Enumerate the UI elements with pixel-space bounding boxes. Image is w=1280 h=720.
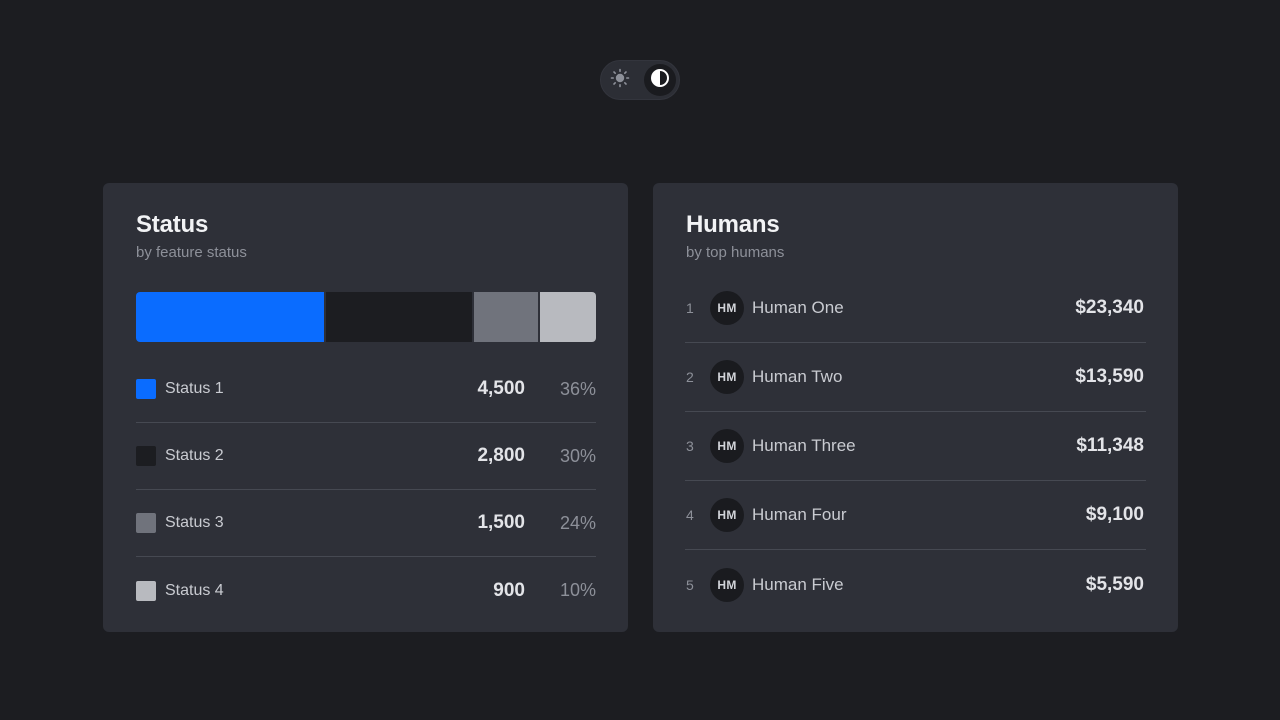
theme-toggle[interactable] [600, 60, 680, 100]
human-name: Human Two [752, 367, 843, 386]
status-card-title: Status [136, 211, 209, 238]
humans-card: Humans by top humans 1 HM Human One $23,340… [653, 183, 1178, 632]
status-value: 2,800 [477, 445, 525, 466]
status-row: Status 1 4,500 36% [136, 356, 596, 423]
status-value: 1,500 [477, 512, 525, 533]
human-rank: 1 [686, 300, 694, 316]
status-percent: 36% [559, 378, 596, 399]
human-amount: $23,340 [1075, 297, 1144, 318]
human-row[interactable]: 2 HM Human Two $13,590 [685, 343, 1146, 412]
contrast-icon [650, 68, 670, 93]
humans-card-subtitle: by top humans [686, 244, 785, 261]
sun-icon [610, 68, 630, 93]
status-label: Status 2 [165, 447, 224, 464]
human-name: Human One [752, 298, 844, 317]
dark-mode-button[interactable] [644, 64, 676, 96]
human-amount: $13,590 [1075, 366, 1144, 387]
avatar: HM [710, 291, 744, 325]
human-row[interactable]: 4 HM Human Four $9,100 [685, 481, 1146, 550]
human-rank: 4 [686, 507, 694, 523]
human-name: Human Three [752, 436, 856, 455]
human-name: Human Five [752, 574, 844, 594]
human-name: Human Four [752, 505, 847, 524]
stacked-bar-segment-3[interactable] [472, 292, 538, 342]
human-amount: $5,590 [1085, 573, 1144, 595]
humans-list: 1 HM Human One $23,340 2 HM Human Two $13,590 3 H… [685, 274, 1146, 619]
status-label: Status 4 [165, 581, 224, 599]
status-swatch [136, 379, 156, 399]
avatar: HM [710, 360, 744, 394]
human-rank: 5 [686, 576, 694, 593]
avatar: HM [710, 498, 744, 532]
light-mode-button[interactable] [604, 64, 636, 96]
human-row[interactable]: 5 HM Human Five $5,590 [685, 550, 1146, 619]
humans-card-title: Humans [686, 211, 780, 238]
human-row[interactable]: 1 HM Human One $23,340 [685, 274, 1146, 343]
status-row: Status 3 1,500 24% [136, 490, 596, 557]
human-rank: 2 [686, 369, 694, 385]
status-label: Status 3 [165, 514, 224, 531]
status-swatch [136, 580, 156, 601]
status-card-subtitle: by feature status [136, 244, 247, 261]
status-value: 900 [493, 579, 525, 601]
status-row: Status 2 2,800 30% [136, 423, 596, 490]
status-value: 4,500 [477, 378, 525, 399]
status-stacked-bar [136, 292, 596, 342]
human-amount: $9,100 [1085, 504, 1144, 525]
human-row[interactable]: 3 HM Human Three $11,348 [685, 412, 1146, 481]
status-swatch [136, 513, 156, 533]
stacked-bar-segment-1[interactable] [136, 292, 324, 342]
human-amount: $11,348 [1076, 435, 1144, 456]
avatar: HM [710, 429, 744, 463]
status-legend: Status 1 4,500 36% Status 2 2,800 30% Status 3… [136, 356, 596, 624]
status-percent: 30% [559, 445, 596, 466]
status-swatch [136, 446, 156, 466]
status-percent: 10% [559, 580, 596, 600]
stacked-bar-segment-2[interactable] [324, 292, 472, 342]
status-row: Status 4 900 10% [136, 557, 596, 624]
status-percent: 24% [559, 512, 596, 533]
status-card: Status by feature status Status 1 4,500 36… [103, 183, 628, 632]
status-label: Status 1 [165, 380, 224, 397]
human-rank: 3 [686, 438, 694, 454]
avatar: HM [710, 567, 744, 602]
stacked-bar-segment-4[interactable] [538, 292, 596, 342]
